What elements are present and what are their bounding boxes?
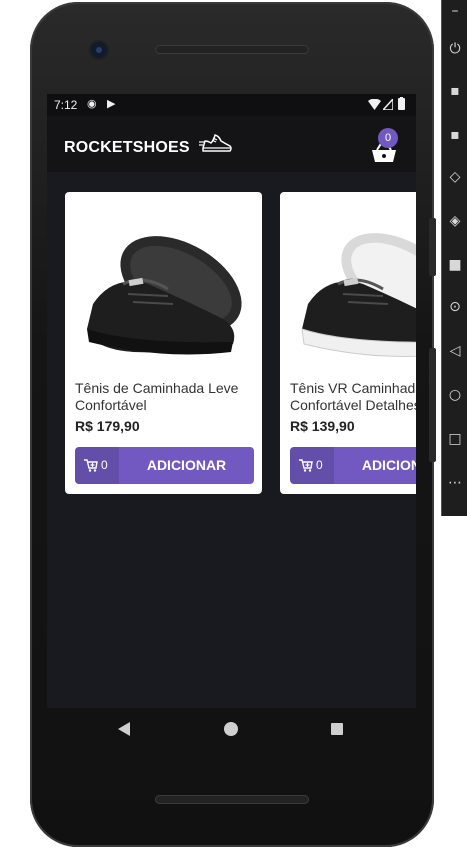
power-icon[interactable]: ⏻: [442, 38, 467, 60]
brand-title[interactable]: ROCKETSHOES: [64, 139, 190, 157]
product-title: Tênis de Caminhada Leve Confortável: [75, 380, 239, 413]
battery-icon: [398, 97, 405, 110]
bottom-speaker: [155, 795, 309, 804]
product-card: Tênis VR Caminhada Confortável Detalhes …: [280, 192, 416, 494]
rotate-right-icon[interactable]: ◈: [442, 210, 467, 232]
nav-back-icon[interactable]: [118, 722, 130, 736]
add-button-label: ADICIONAR: [361, 457, 416, 473]
camera-icon[interactable]: ■: [442, 254, 467, 276]
app-screen: 7:12 ◉ ▶ ROCKETSHOES 0 Tênis de Caminhad…: [47, 94, 416, 708]
status-time: 7:12: [54, 98, 78, 112]
back-icon[interactable]: ◁: [442, 340, 467, 362]
product-image: [301, 233, 416, 357]
signal-icon: [383, 99, 393, 110]
cart-amount-value: 0: [101, 458, 108, 472]
product-card: Tênis de Caminhada Leve Confortável R$ 1…: [65, 192, 262, 494]
product-price: R$ 179,90: [75, 418, 140, 434]
home-icon[interactable]: ○: [442, 384, 467, 406]
wifi-icon: [368, 99, 381, 110]
status-bar: 7:12 ◉ ▶: [47, 94, 416, 116]
volume-rocker[interactable]: [429, 348, 436, 462]
zoom-icon[interactable]: ⊙: [442, 296, 467, 318]
nav-recents-icon[interactable]: [331, 723, 343, 735]
notification-icon: ◉: [87, 97, 97, 110]
overview-icon[interactable]: □: [442, 428, 467, 450]
power-button[interactable]: [429, 218, 436, 276]
more-icon[interactable]: ⋯: [442, 472, 467, 494]
top-speaker: [155, 45, 309, 54]
add-shopping-cart-icon: [84, 459, 98, 472]
cart-amount: 0: [290, 447, 334, 484]
emulator-stage: – ⏻ ▪ ▪ ◇ ◈ ■ ⊙ ◁ ○ □ ⋯ 7:12 ◉ ▶ ROCKETS…: [0, 0, 467, 864]
nav-home-icon[interactable]: [224, 722, 238, 736]
product-image: [87, 236, 242, 355]
product-title: Tênis VR Caminhada Confortável Detalhes: [290, 380, 416, 413]
play-store-icon: ▶: [107, 97, 116, 110]
emulator-toolbar: – ⏻ ▪ ▪ ◇ ◈ ■ ⊙ ◁ ○ □ ⋯: [441, 0, 467, 516]
add-button-label: ADICIONAR: [146, 457, 227, 473]
rotate-left-icon[interactable]: ◇: [442, 166, 467, 188]
shoe-logo-icon: [199, 134, 232, 152]
product-price: R$ 139,90: [290, 418, 355, 434]
add-to-cart-button[interactable]: 0 ADICIONAR: [290, 447, 416, 484]
add-to-cart-button[interactable]: 0 ADICIONAR: [75, 447, 254, 484]
android-nav-bar: [47, 708, 416, 752]
minimize-icon[interactable]: –: [442, 0, 467, 22]
cart-count-badge: 0: [378, 128, 398, 148]
volume-up-icon[interactable]: ▪: [442, 80, 467, 102]
cart-amount: 0: [75, 447, 119, 484]
add-shopping-cart-icon: [299, 459, 313, 472]
volume-down-icon[interactable]: ▪: [442, 124, 467, 146]
app-header: ROCKETSHOES 0: [47, 116, 416, 172]
cart-amount-value: 0: [316, 458, 323, 472]
front-camera: [91, 42, 107, 58]
